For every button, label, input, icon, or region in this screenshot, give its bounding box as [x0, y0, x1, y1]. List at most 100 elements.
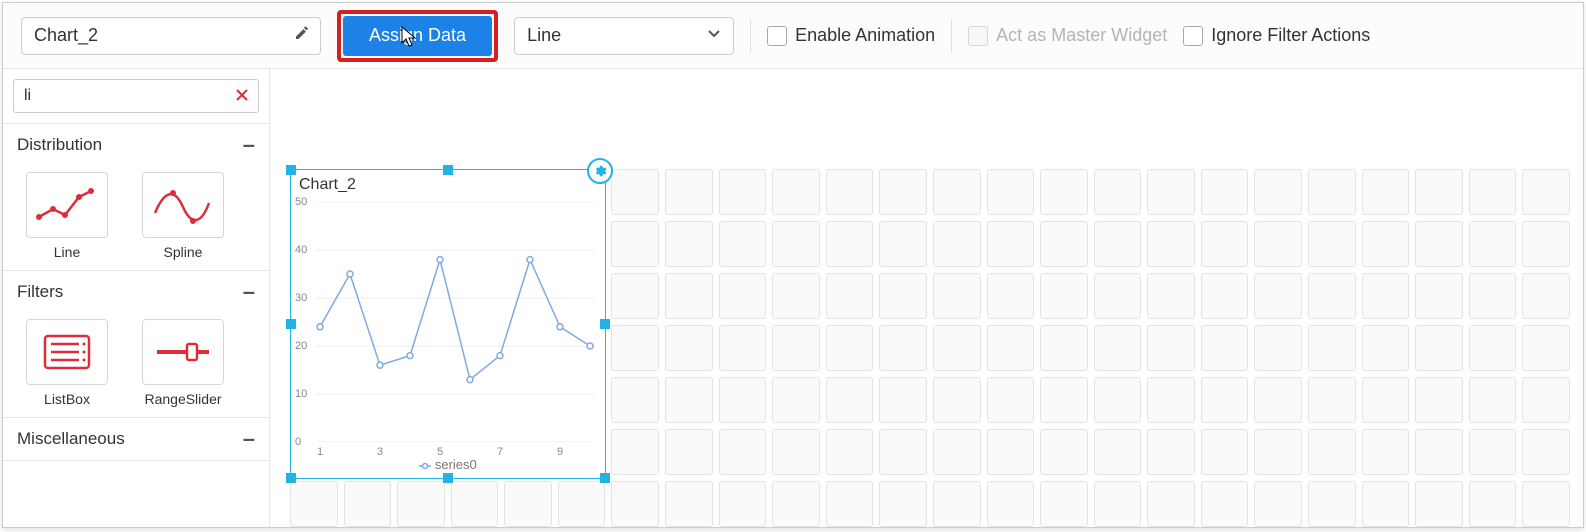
grid-cell: [1147, 429, 1195, 475]
chart-widget-selected[interactable]: Chart_2 0102030405013579 series0: [290, 169, 606, 479]
grid-cell: [1040, 169, 1088, 215]
grid-cell: [1362, 169, 1410, 215]
grid-cell: [1254, 325, 1302, 371]
spline-chart-icon: [142, 172, 224, 238]
grid-cell: [772, 325, 820, 371]
palette-item-label: ListBox: [44, 391, 90, 407]
grid-cell: [933, 169, 981, 215]
grid-cell: [1147, 221, 1195, 267]
palette-item-label: Spline: [164, 244, 203, 260]
palette-item-rangeslider[interactable]: RangeSlider: [139, 319, 227, 407]
divider: [951, 19, 952, 53]
grid-cell: [933, 377, 981, 423]
grid-cell: [1201, 169, 1249, 215]
widget-settings-button[interactable]: [587, 158, 613, 184]
grid-cell: [719, 273, 767, 319]
grid-cell: [826, 481, 874, 527]
widget-palette: Distribution – Line Spline: [3, 69, 270, 527]
grid-cell: [1362, 481, 1410, 527]
grid-cell: [1469, 221, 1517, 267]
grid-cell: [665, 221, 713, 267]
grid-cell: [719, 429, 767, 475]
grid-cell: [1094, 377, 1142, 423]
palette-search-input[interactable]: [22, 86, 234, 106]
ignore-filter-checkbox[interactable]: Ignore Filter Actions: [1183, 25, 1370, 46]
grid-cell: [504, 481, 552, 527]
grid-cell: [987, 481, 1035, 527]
assign-data-button[interactable]: Assign Data: [343, 16, 492, 56]
grid-cell: [665, 481, 713, 527]
enable-animation-checkbox[interactable]: Enable Animation: [767, 25, 935, 46]
resize-handle-e[interactable]: [600, 319, 610, 329]
act-as-master-label: Act as Master Widget: [996, 25, 1167, 46]
chart-type-select[interactable]: Line: [514, 17, 734, 55]
grid-cell: [1308, 429, 1356, 475]
grid-cell: [611, 481, 659, 527]
palette-item-spline[interactable]: Spline: [139, 172, 227, 260]
listbox-icon: [26, 319, 108, 385]
chevron-down-icon: [707, 25, 721, 46]
resize-handle-se[interactable]: [600, 473, 610, 483]
grid-cell: [1040, 325, 1088, 371]
resize-handle-s[interactable]: [443, 473, 453, 483]
chart-svg: [315, 202, 595, 442]
line-chart-icon: [26, 172, 108, 238]
category-title: Distribution: [17, 135, 102, 155]
grid-cell: [1201, 273, 1249, 319]
resize-handle-n[interactable]: [443, 165, 453, 175]
category-header-filters[interactable]: Filters –: [3, 270, 269, 313]
chart-legend: series0: [291, 457, 605, 472]
grid-cell: [933, 429, 981, 475]
grid-cell: [719, 221, 767, 267]
grid-cell: [1201, 221, 1249, 267]
grid-cell: [1415, 169, 1463, 215]
category-header-miscellaneous[interactable]: Miscellaneous –: [3, 417, 269, 461]
grid-cell: [719, 325, 767, 371]
widget-name-input[interactable]: [32, 24, 294, 47]
grid-cell: [1308, 221, 1356, 267]
grid-cell: [1254, 377, 1302, 423]
grid-cell: [1469, 169, 1517, 215]
grid-cell: [1040, 221, 1088, 267]
design-canvas[interactable]: Chart_2 0102030405013579 series0: [270, 69, 1583, 527]
palette-item-line[interactable]: Line: [23, 172, 111, 260]
grid-cell: [1147, 377, 1195, 423]
y-tick-label: 0: [295, 436, 301, 448]
grid-cell: [1469, 325, 1517, 371]
edit-icon[interactable]: [294, 25, 310, 46]
palette-item-listbox[interactable]: ListBox: [23, 319, 111, 407]
y-tick-label: 10: [295, 388, 307, 400]
grid-cell: [611, 169, 659, 215]
y-tick-label: 30: [295, 292, 307, 304]
category-header-distribution[interactable]: Distribution –: [3, 123, 269, 166]
grid-cell: [1254, 481, 1302, 527]
grid-cell: [1522, 221, 1570, 267]
grid-cell: [879, 273, 927, 319]
grid-cell: [1094, 273, 1142, 319]
grid-cell: [826, 429, 874, 475]
legend-label: series0: [435, 457, 477, 472]
grid-cell: [1201, 429, 1249, 475]
palette-search[interactable]: [13, 79, 259, 113]
clear-search-icon[interactable]: [234, 87, 250, 106]
grid-cell: [1362, 221, 1410, 267]
grid-cell: [933, 325, 981, 371]
y-tick-label: 50: [295, 196, 307, 208]
grid-cell: [1469, 429, 1517, 475]
grid-cell: [879, 221, 927, 267]
resize-handle-nw[interactable]: [286, 165, 296, 175]
grid-cell: [1362, 429, 1410, 475]
grid-cell: [1308, 377, 1356, 423]
grid-cell: [611, 273, 659, 319]
grid-cell: [933, 481, 981, 527]
widget-name-input-wrap[interactable]: [21, 17, 321, 55]
resize-handle-w[interactable]: [286, 319, 296, 329]
category-title: Miscellaneous: [17, 429, 125, 449]
grid-cell: [1254, 221, 1302, 267]
grid-cell: [772, 377, 820, 423]
grid-cell: [1522, 169, 1570, 215]
act-as-master-checkbox: Act as Master Widget: [968, 25, 1167, 46]
grid-cell: [665, 273, 713, 319]
grid-cell: [1522, 273, 1570, 319]
resize-handle-sw[interactable]: [286, 473, 296, 483]
